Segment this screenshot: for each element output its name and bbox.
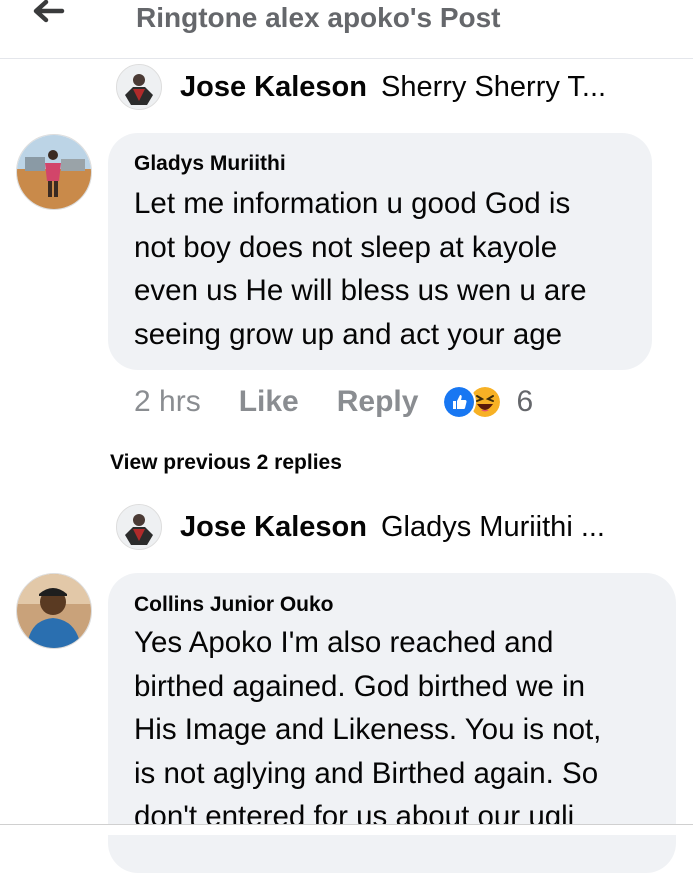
like-reaction-icon — [442, 385, 477, 419]
reaction-count[interactable]: 6 — [516, 385, 533, 419]
comment-bubble: Gladys Muriithi Let me information u goo… — [108, 133, 652, 370]
reply-preview[interactable]: Jose Kaleson Gladys Muriithi ... — [116, 504, 605, 550]
view-previous-replies-link[interactable]: View previous 2 replies — [110, 451, 342, 475]
bottom-edge — [0, 824, 693, 835]
avatar[interactable] — [116, 64, 162, 110]
avatar[interactable] — [16, 134, 92, 210]
comment-timestamp[interactable]: 2 hrs — [134, 385, 201, 419]
back-button[interactable] — [28, 0, 68, 30]
like-button[interactable]: Like — [239, 385, 299, 419]
reply-author[interactable]: Jose Kaleson — [180, 511, 367, 544]
avatar[interactable] — [116, 504, 162, 550]
avatar[interactable] — [16, 573, 92, 649]
reply-snippet[interactable]: Gladys Muriithi ... — [381, 511, 605, 544]
reply-button[interactable]: Reply — [337, 385, 419, 419]
comment-text: Let me information u good God is not boy… — [134, 187, 587, 351]
top-bar: Ringtone alex apoko's Post — [0, 0, 693, 59]
reactions[interactable] — [442, 385, 503, 419]
comment-text: Yes Apoko I'm also reached and birthed a… — [134, 626, 602, 833]
reply-preview[interactable]: Jose Kaleson Sherry Sherry T... — [116, 64, 606, 110]
page-title: Ringtone alex apoko's Post — [136, 2, 501, 33]
comment-author[interactable]: Collins Junior Ouko — [134, 593, 334, 617]
arrow-left-icon — [33, 0, 65, 23]
comment-actions: 2 hrs Like Reply 6 — [134, 385, 533, 419]
reply-snippet[interactable]: Sherry Sherry T... — [381, 71, 606, 104]
comment-author[interactable]: Gladys Muriithi — [134, 152, 286, 176]
reply-author[interactable]: Jose Kaleson — [180, 71, 367, 104]
